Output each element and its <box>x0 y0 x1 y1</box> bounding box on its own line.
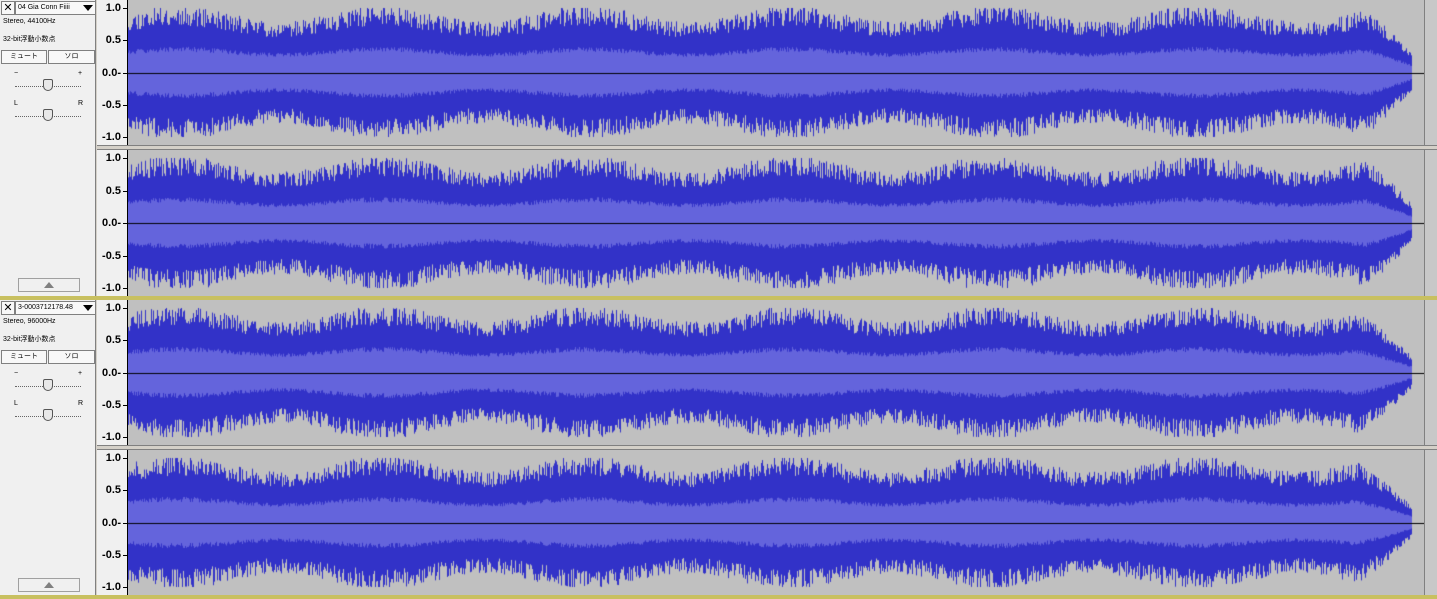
ruler-label: -0.5 <box>102 548 121 561</box>
ruler-tick <box>123 587 127 588</box>
ruler-label: 0.0- <box>102 366 121 379</box>
ruler-tick <box>123 190 127 192</box>
track-name: 3-0003712178.48 <box>18 304 73 311</box>
ruler-label: 0.0- <box>102 217 121 229</box>
track-edge <box>1424 0 1437 145</box>
mute-button[interactable]: ミュート <box>1 50 47 64</box>
collapse-button[interactable] <box>18 578 80 592</box>
ruler-tick <box>123 404 127 406</box>
slider-thumb-icon[interactable] <box>43 79 53 91</box>
waveform-channel[interactable] <box>128 450 1424 595</box>
pan-right-label: R <box>78 100 84 107</box>
track-control-panel: ✕ 3-0003712178.48 Stereo, 96000Hz 32-bit… <box>0 300 96 595</box>
ruler-label: 1.0 <box>105 302 121 314</box>
pan-left-label: L <box>14 400 18 407</box>
track-edge <box>1424 450 1437 595</box>
ruler-tick <box>123 490 127 492</box>
gain-slider[interactable] <box>12 378 84 392</box>
ruler-label: 1.0 <box>105 2 121 14</box>
gain-plus-label: + <box>78 370 83 377</box>
waveform-canvas <box>128 450 1424 595</box>
ruler-tick <box>123 8 127 9</box>
ruler-label: -1.0 <box>102 581 121 593</box>
ruler-tick <box>123 40 127 42</box>
close-icon[interactable]: ✕ <box>1 301 15 315</box>
ruler-tick <box>123 458 127 459</box>
ruler-label: 0.5 <box>105 184 121 197</box>
track-name: 04 Gia Conn Fiiii <box>18 4 70 11</box>
gain-plus-label: + <box>78 70 83 77</box>
pan-right-label: R <box>78 400 84 407</box>
waveform-channel[interactable] <box>128 0 1424 145</box>
ruler-label: 0.5 <box>105 34 121 47</box>
ruler-tick <box>123 137 127 138</box>
waveform-channel[interactable] <box>128 300 1424 445</box>
vertical-ruler: 1.0 0.5 0.0- -0.5 -1.0 <box>97 0 128 145</box>
track-format: Stereo, 44100Hz <box>3 18 56 25</box>
gain-minus-label: − <box>14 370 19 377</box>
ruler-label: 1.0 <box>105 152 121 164</box>
ruler-tick <box>123 72 127 74</box>
ruler-label: -1.0 <box>102 282 121 294</box>
ruler-tick <box>123 104 127 106</box>
slider-thumb-icon[interactable] <box>43 409 53 421</box>
pan-slider[interactable] <box>12 108 84 122</box>
collapse-up-icon <box>44 282 54 288</box>
waveform-canvas <box>128 0 1424 145</box>
pan-left-label: L <box>14 100 18 107</box>
ruler-label: -0.5 <box>102 249 121 262</box>
ruler-tick <box>123 372 127 374</box>
ruler-label: 1.0 <box>105 452 121 464</box>
ruler-label: -1.0 <box>102 431 121 443</box>
ruler-tick <box>123 554 127 556</box>
audio-track-2: ✕ 3-0003712178.48 Stereo, 96000Hz 32-bit… <box>0 300 1437 595</box>
track-sample-format: 32-bit浮動小数点 <box>3 336 56 343</box>
ruler-tick <box>123 288 127 289</box>
gain-slider[interactable] <box>12 78 84 92</box>
ruler-tick <box>123 522 127 524</box>
track-edge <box>1424 150 1437 296</box>
track-format: Stereo, 96000Hz <box>3 318 56 325</box>
track-sample-format: 32-bit浮動小数点 <box>3 36 56 43</box>
chevron-down-icon <box>83 305 93 311</box>
ruler-label: -1.0 <box>102 131 121 143</box>
track-control-panel: ✕ 04 Gia Conn Fiiii Stereo, 44100Hz 32-b… <box>0 0 96 296</box>
collapse-button[interactable] <box>18 278 80 292</box>
ruler-label: 0.0- <box>102 66 121 79</box>
track-name-menu[interactable]: 3-0003712178.48 <box>15 301 96 315</box>
ruler-label: -0.5 <box>102 98 121 111</box>
vertical-ruler: 1.0 0.5 0.0- -0.5 -1.0 <box>97 300 128 445</box>
waveform-canvas <box>128 150 1424 296</box>
ruler-tick <box>123 255 127 257</box>
track-edge <box>1424 300 1437 445</box>
track-name-menu[interactable]: 04 Gia Conn Fiiii <box>15 1 96 15</box>
close-icon[interactable]: ✕ <box>1 1 15 15</box>
vertical-ruler: 1.0 0.5 0.0- -0.5 -1.0 <box>97 450 128 595</box>
ruler-label: -0.5 <box>102 398 121 411</box>
ruler-tick <box>123 308 127 309</box>
ruler-label: 0.5 <box>105 484 121 497</box>
collapse-up-icon <box>44 582 54 588</box>
ruler-tick <box>123 223 127 224</box>
vertical-ruler: 1.0 0.5 0.0- -0.5 -1.0 <box>97 150 128 296</box>
ruler-tick <box>123 158 127 159</box>
slider-thumb-icon[interactable] <box>43 379 53 391</box>
ruler-label: 0.5 <box>105 334 121 347</box>
pan-slider[interactable] <box>12 408 84 422</box>
waveform-channel[interactable] <box>128 150 1424 296</box>
ruler-tick <box>123 340 127 342</box>
audio-track-1: ✕ 04 Gia Conn Fiiii Stereo, 44100Hz 32-b… <box>0 0 1437 296</box>
solo-button[interactable]: ソロ <box>48 50 95 64</box>
track-divider <box>0 595 1437 599</box>
mute-button[interactable]: ミュート <box>1 350 47 364</box>
ruler-label: 0.0- <box>102 516 121 529</box>
solo-button[interactable]: ソロ <box>48 350 95 364</box>
chevron-down-icon <box>83 5 93 11</box>
slider-thumb-icon[interactable] <box>43 109 53 121</box>
waveform-canvas <box>128 300 1424 445</box>
ruler-tick <box>123 437 127 438</box>
gain-minus-label: − <box>14 70 19 77</box>
